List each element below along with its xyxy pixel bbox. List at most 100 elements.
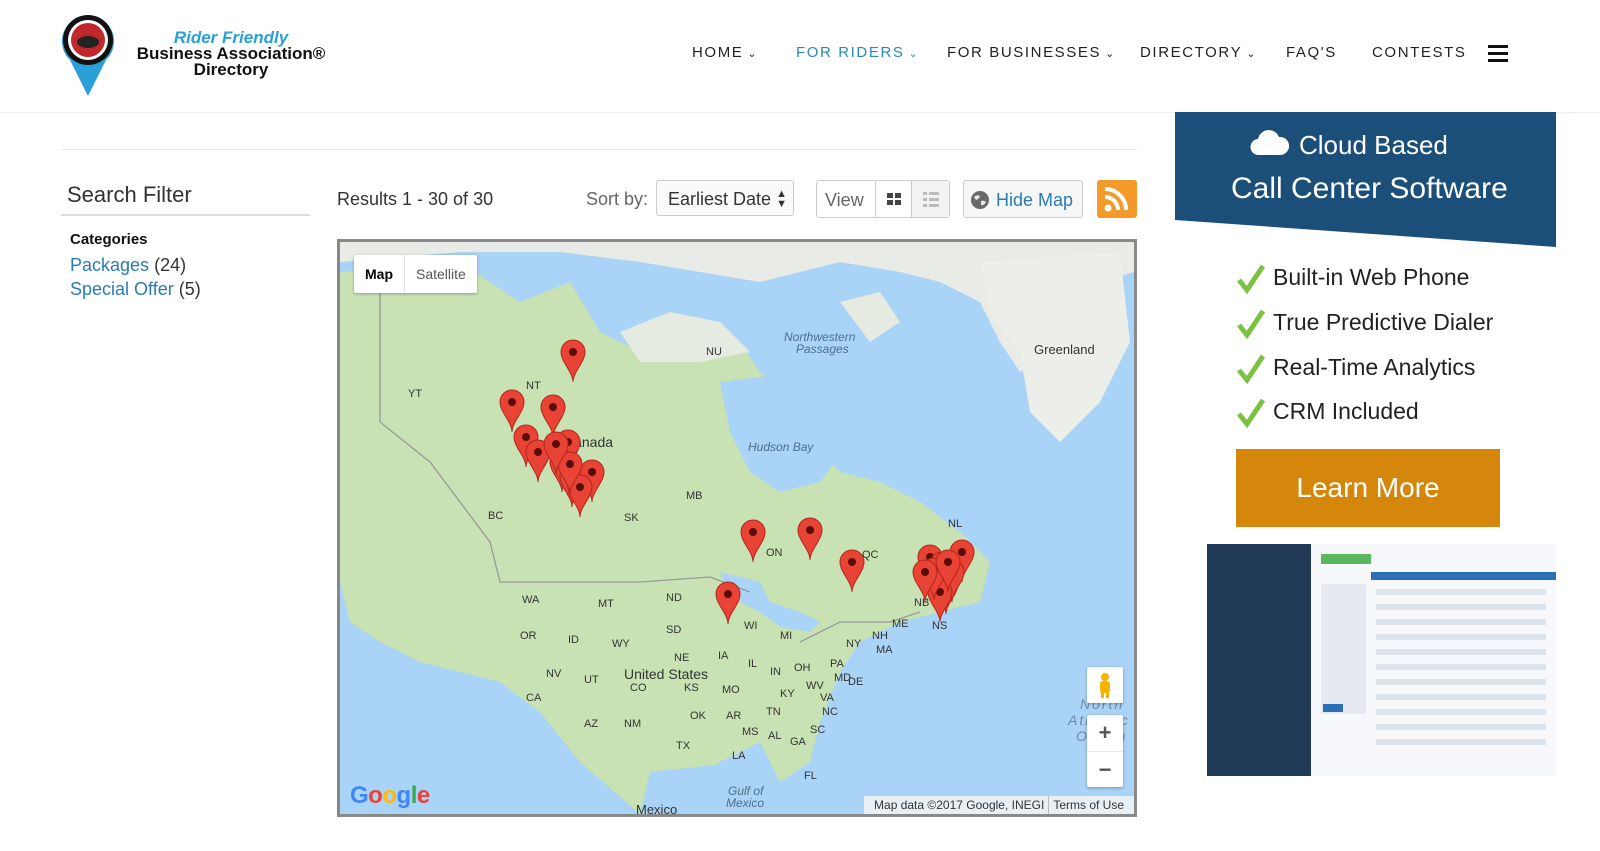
hide-map-button[interactable]: Hide Map: [963, 180, 1083, 218]
map-marker-icon[interactable]: [911, 558, 939, 602]
sort-label: Sort by:: [586, 189, 649, 209]
checkmark-icon: [1237, 354, 1265, 384]
map-label: NY: [846, 638, 862, 650]
map-label: IA: [718, 650, 729, 662]
learn-more-button[interactable]: Learn More: [1236, 449, 1500, 527]
checkmark-icon: [1237, 264, 1265, 294]
map-marker-icon[interactable]: [542, 430, 570, 474]
sort-select[interactable]: Earliest Date ▲ ▼: [656, 180, 794, 216]
ad-feature-label: True Predictive Dialer: [1273, 309, 1494, 335]
map-type-map-button[interactable]: Map: [354, 255, 405, 293]
site-header: Rider Friendly Business Association® Dir…: [0, 0, 1600, 113]
nav-home[interactable]: HOME ⌄: [692, 44, 758, 61]
map-label: Greenland: [1034, 342, 1095, 357]
map-label: United States: [624, 666, 709, 682]
nav-contests[interactable]: CONTESTS: [1372, 44, 1466, 61]
map-label: OR: [520, 630, 537, 642]
view-label: View: [825, 190, 864, 210]
nav-faqs-label: FAQ'S: [1286, 44, 1337, 61]
map-marker-icon[interactable]: [838, 548, 866, 592]
checkmark-icon: [1237, 309, 1265, 339]
map-label: NC: [822, 706, 838, 718]
map-label: SK: [624, 512, 639, 524]
map-type-satellite-button[interactable]: Satellite: [405, 255, 477, 293]
map-label: SC: [810, 724, 826, 736]
street-view-pegman[interactable]: [1087, 667, 1123, 703]
map-label: MO: [722, 684, 740, 696]
checkmark-icon: [1237, 398, 1265, 428]
ad-headline-1: Cloud Based: [1299, 130, 1448, 160]
map-label: DE: [848, 676, 864, 688]
ad-feature-label: Built-in Web Phone: [1273, 264, 1470, 290]
hamburger-icon[interactable]: [1488, 45, 1508, 63]
list-view-button[interactable]: [911, 181, 949, 217]
zoom-in-button[interactable]: +: [1087, 715, 1123, 751]
map-label: NE: [674, 652, 690, 664]
category-special-offer-link[interactable]: Special Offer: [70, 279, 174, 299]
sort-value: Earliest Date: [668, 189, 772, 209]
map-label: AZ: [584, 718, 599, 730]
map-label: OK: [690, 710, 706, 722]
globe-icon: [971, 191, 989, 209]
map-label: TX: [676, 740, 691, 752]
map-type-control: Map Satellite: [354, 255, 477, 293]
zoom-out-button[interactable]: −: [1087, 752, 1123, 788]
map-label: KY: [780, 688, 795, 700]
map-label: Mexico: [636, 802, 678, 817]
map-marker-icon[interactable]: [739, 518, 767, 562]
map-label: MA: [876, 644, 893, 656]
map-marker-icon[interactable]: [796, 516, 824, 560]
map-label: PA: [830, 658, 844, 670]
nav-faqs[interactable]: FAQ'S: [1286, 44, 1337, 61]
category-count: (5): [178, 279, 201, 299]
map-label: AR: [726, 710, 742, 722]
nav-directory[interactable]: DIRECTORY ⌄: [1140, 44, 1257, 61]
call-center-ad[interactable]: Cloud Based Call Center Software Built-i…: [1175, 112, 1556, 851]
map-label: ON: [766, 547, 783, 559]
map-label: BC: [488, 510, 504, 522]
pegman-icon: [1100, 673, 1110, 698]
map-label: VA: [820, 692, 834, 704]
map-label: WV: [806, 680, 824, 692]
categories-heading: Categories: [70, 231, 148, 248]
grid-view-icon: [887, 193, 901, 205]
rss-feed-button[interactable]: [1097, 180, 1137, 218]
main-nav: HOME ⌄ FOR RIDERS ⌄ FOR BUSINESSES ⌄ DIRECT…: [0, 44, 1600, 68]
nav-for-riders-label: FOR RIDERS: [796, 44, 905, 61]
terms-of-use-link[interactable]: Terms of Use: [1048, 796, 1128, 814]
view-toggle-group: View: [816, 180, 950, 218]
filter-divider: [61, 214, 310, 216]
map-label: OH: [794, 662, 811, 674]
nav-for-riders[interactable]: FOR RIDERS ⌄: [796, 44, 919, 61]
results-count: Results 1 - 30 of 30: [337, 189, 494, 209]
map-label: NV: [546, 668, 562, 680]
map-label: TN: [766, 706, 781, 718]
category-packages: Packages (24): [70, 255, 186, 276]
map-label: LA: [732, 750, 746, 762]
map-label: ND: [666, 592, 682, 604]
map-marker-icon[interactable]: [714, 580, 742, 624]
map-label: YT: [408, 388, 423, 400]
chevron-down-icon: ⌄: [1105, 48, 1116, 60]
map-label: MT: [598, 598, 614, 610]
map-label: KS: [684, 682, 699, 694]
cloud-icon: [1250, 130, 1289, 156]
map-data-credit: Map data ©2017 Google, INEGI: [874, 798, 1045, 812]
category-packages-link[interactable]: Packages: [70, 255, 149, 275]
grid-view-button[interactable]: [875, 181, 911, 217]
map-attribution: Map data ©2017 Google, INEGI Terms of Us…: [864, 796, 1134, 814]
chevron-down-icon: ⌄: [908, 48, 920, 60]
content-divider: [61, 149, 1137, 150]
nav-for-businesses[interactable]: FOR BUSINESSES ⌄: [947, 44, 1116, 61]
map-label: NM: [624, 718, 642, 730]
map-label: FL: [804, 770, 817, 782]
map-label: Passages: [796, 342, 849, 356]
hide-map-label: Hide Map: [996, 190, 1074, 210]
results-map[interactable]: Map Satellite Greenland Northwestern Pas…: [337, 239, 1137, 817]
map-label: MS: [742, 726, 759, 738]
map-marker-icon[interactable]: [559, 338, 587, 382]
category-count: (24): [154, 255, 187, 275]
ad-feature-label: CRM Included: [1273, 398, 1419, 424]
ad-feature-label: Real-Time Analytics: [1273, 354, 1476, 380]
map-label: IL: [748, 658, 758, 670]
